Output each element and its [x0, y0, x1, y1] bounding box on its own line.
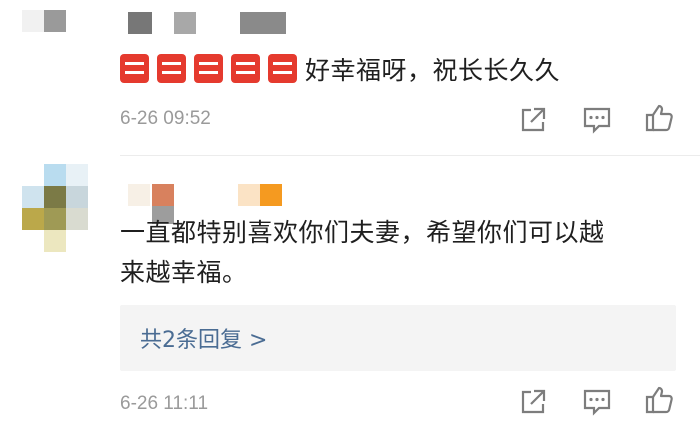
comment-icon [583, 107, 611, 134]
double-happiness-icon [120, 54, 149, 83]
comment-text: 好幸福呀，祝长长久久 [120, 50, 560, 92]
comment-text-line-1: 一直都特别喜欢你们夫妻，希望你们可以越 [120, 218, 605, 247]
share-button[interactable] [518, 387, 548, 417]
like-button[interactable] [644, 103, 674, 133]
double-happiness-icon [194, 54, 223, 83]
comment-button[interactable] [582, 105, 612, 135]
thumbs-up-icon [645, 104, 673, 132]
view-replies-button[interactable]: 共2条回复 > [120, 305, 676, 371]
comment-text-line-2: 来越幸福。 [120, 258, 248, 287]
comment-item: 一直都特别喜欢你们夫妻，希望你们可以越 来越幸福。 共2条回复 > 6-26 1… [0, 160, 700, 426]
like-button[interactable] [644, 385, 674, 415]
share-icon [521, 389, 546, 414]
username[interactable] [128, 12, 288, 34]
comment-item: 好幸福呀，祝长长久久 6-26 09:52 [0, 0, 700, 150]
comment-icon [583, 389, 611, 416]
replies-label: 共2条回复 > [140, 328, 268, 353]
double-happiness-icon [268, 54, 297, 83]
thumbs-up-icon [645, 386, 673, 414]
comment-timestamp: 6-26 11:11 [120, 393, 209, 414]
double-happiness-icon [231, 54, 260, 83]
avatar[interactable] [22, 0, 82, 40]
share-button[interactable] [518, 105, 548, 135]
comment-button[interactable] [582, 387, 612, 417]
avatar[interactable] [22, 164, 88, 252]
share-icon [521, 107, 546, 132]
divider [120, 155, 700, 156]
comment-body: 好幸福呀，祝长长久久 [305, 56, 561, 85]
double-happiness-icon [157, 54, 186, 83]
comment-timestamp: 6-26 09:52 [120, 108, 211, 129]
